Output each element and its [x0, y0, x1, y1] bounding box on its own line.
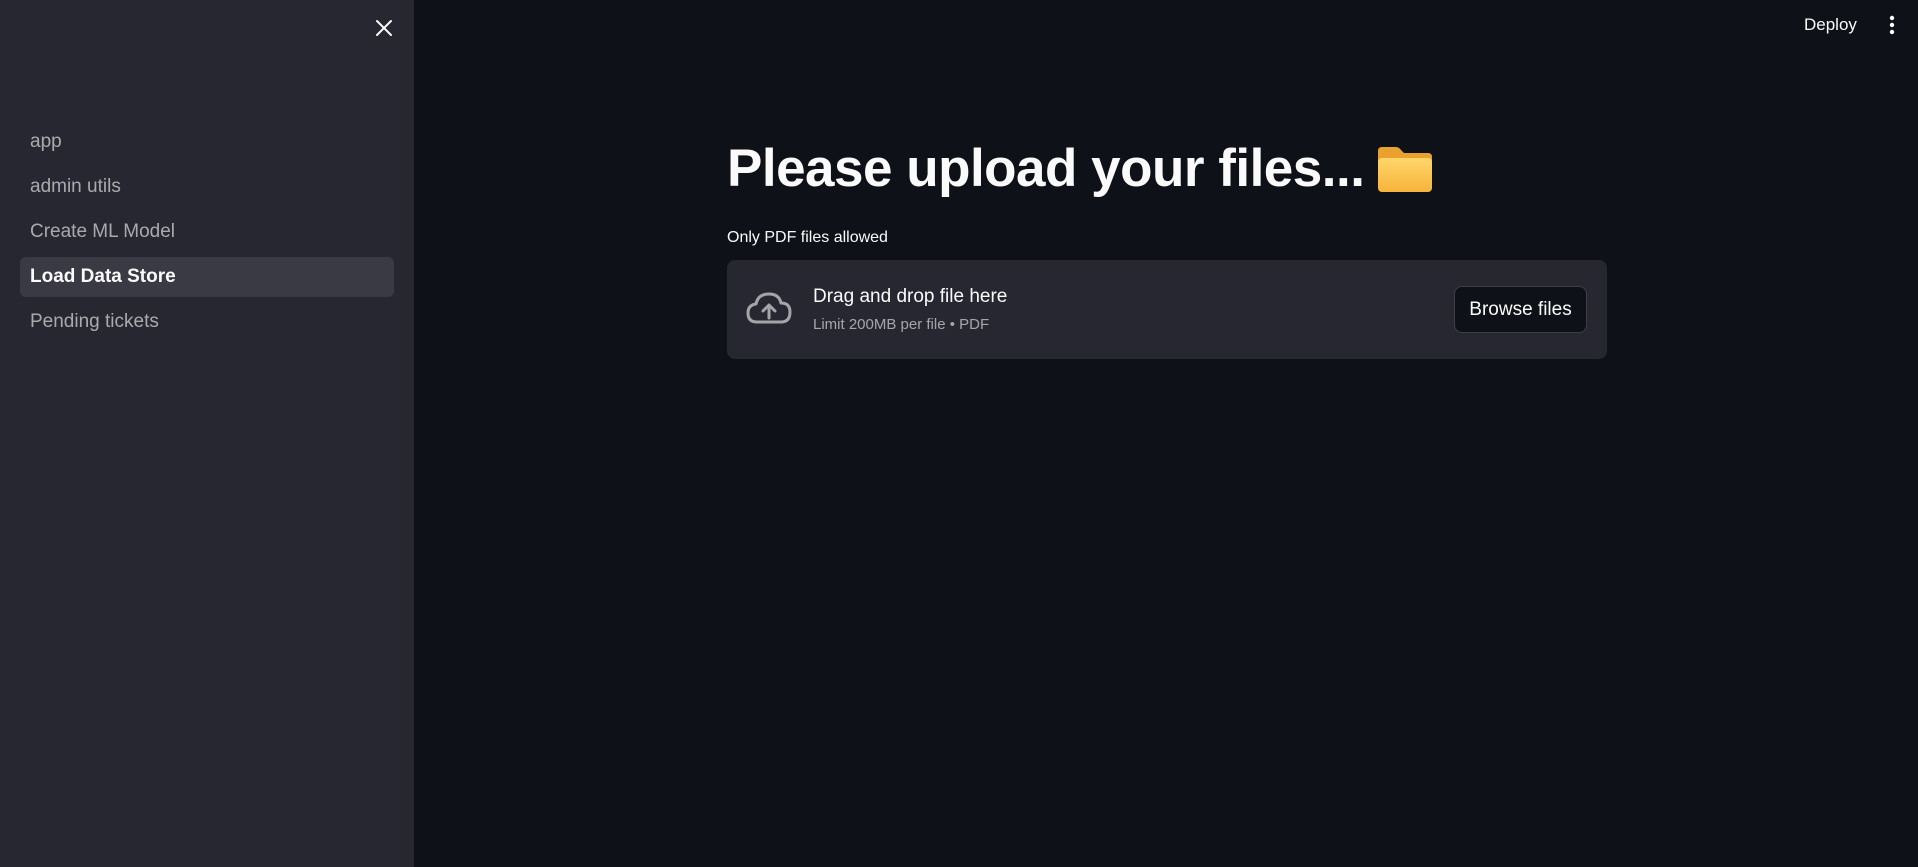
sidebar-item-label: app — [30, 131, 62, 152]
sidebar-item-label: Load Data Store — [30, 266, 176, 287]
sidebar-item-create-ml-model[interactable]: Create ML Model — [20, 212, 394, 252]
sidebar-item-label: Create ML Model — [30, 221, 176, 242]
dropzone-limit: Limit 200MB per file • PDF — [813, 316, 990, 333]
folder-icon — [1376, 143, 1434, 195]
browse-files-button[interactable]: Browse files — [1454, 286, 1587, 333]
dropzone-instruction: Drag and drop file here — [813, 286, 1008, 307]
file-dropzone[interactable]: Drag and drop file here Limit 200MB per … — [727, 260, 1607, 359]
page-title-text: Please upload your files... — [727, 139, 1365, 198]
app-root: app admin utils Create ML Model Load Dat… — [0, 0, 1918, 867]
dropzone-text: Drag and drop file here Limit 200MB per … — [813, 286, 1007, 333]
more-vertical-icon[interactable] — [1882, 10, 1902, 40]
sidebar-item-app[interactable]: app — [20, 122, 394, 162]
page-title: Please upload your files... — [727, 138, 1434, 199]
sidebar-item-label: Pending tickets — [30, 311, 159, 332]
deploy-label: Deploy — [1804, 15, 1857, 34]
sidebar-item-admin-utils[interactable]: admin utils — [20, 167, 394, 207]
deploy-button[interactable]: Deploy — [1796, 10, 1865, 40]
sidebar-nav: app admin utils Create ML Model Load Dat… — [20, 122, 394, 347]
uploader-label: Only PDF files allowed — [727, 229, 888, 246]
sidebar: app admin utils Create ML Model Load Dat… — [0, 0, 414, 867]
sidebar-item-load-data-store[interactable]: Load Data Store — [20, 257, 394, 297]
sidebar-item-label: admin utils — [30, 176, 121, 197]
sidebar-item-pending-tickets[interactable]: Pending tickets — [20, 302, 394, 342]
cloud-upload-icon — [745, 290, 793, 331]
close-icon[interactable] — [370, 14, 398, 42]
